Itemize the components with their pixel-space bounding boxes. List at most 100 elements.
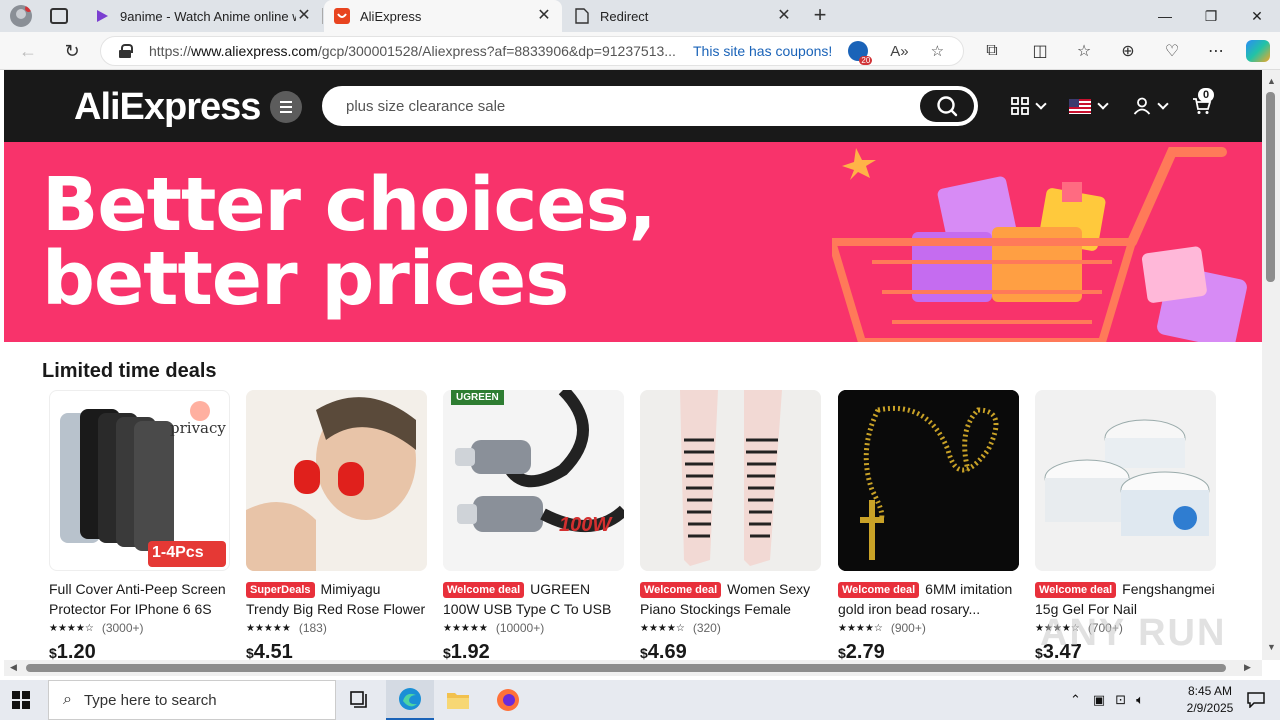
star-rating-icon: ★★★★☆ <box>49 622 94 634</box>
scroll-thumb[interactable] <box>1266 92 1275 282</box>
tab-actions-icon[interactable] <box>50 8 68 24</box>
product-price: $1.20 <box>49 641 96 660</box>
minimize-icon[interactable]: — <box>1142 0 1188 32</box>
image-overlay-text: privacy <box>170 419 226 437</box>
extensions-icon[interactable]: ⧉ <box>980 40 1004 62</box>
product-image[interactable]: UGREEN 100W <box>443 390 624 571</box>
product-card[interactable]: SuperDeals Mimiyagu Trendy Big Red Rose F… <box>246 390 427 660</box>
file-explorer-icon[interactable] <box>434 680 482 720</box>
new-tab-icon[interactable]: + <box>808 4 832 28</box>
aliexpress-logo[interactable]: AliExpress <box>74 86 261 129</box>
app-download-button[interactable] <box>1011 94 1047 118</box>
product-card[interactable]: Welcome deal Women Sexy Piano Stockings F… <box>640 390 821 660</box>
volume-icon[interactable]: 🔈︎ <box>1136 692 1144 708</box>
network-icon[interactable]: ⊡ <box>1115 692 1126 708</box>
tab-9anime[interactable]: 9anime - Watch Anime online with ✕ <box>84 0 323 32</box>
close-tab-icon[interactable]: ✕ <box>296 8 312 24</box>
aliexpress-icon <box>334 8 350 24</box>
product-image[interactable] <box>838 390 1019 571</box>
favorites-icon[interactable]: ☆ <box>1072 40 1096 62</box>
scroll-down-arrow-icon[interactable]: ▼ <box>1267 642 1276 652</box>
notifications-icon[interactable] <box>1232 680 1280 720</box>
back-icon[interactable]: ← <box>14 38 42 64</box>
profile-avatar-icon[interactable] <box>10 5 32 27</box>
restore-icon[interactable]: ❐ <box>1188 0 1234 32</box>
star-rating-icon: ★★★★★ <box>246 622 291 634</box>
9anime-play-icon <box>94 8 110 24</box>
coupon-count-badge: 20 <box>859 56 873 65</box>
deal-badge: Welcome deal <box>838 582 920 598</box>
language-currency-button[interactable] <box>1069 94 1109 118</box>
user-icon <box>1133 97 1151 115</box>
browser-tab-bar: 9anime - Watch Anime online with ✕ AliEx… <box>0 0 1280 32</box>
taskbar-search[interactable]: ⌕ Type here to search <box>48 680 336 720</box>
product-card[interactable]: UGREEN 100W Welcome deal UGREEN 100W USB … <box>443 390 624 660</box>
account-button[interactable] <box>1133 94 1169 118</box>
more-menu-icon[interactable]: ⋯ <box>1204 40 1228 62</box>
favorite-star-icon[interactable]: ☆ <box>931 42 944 60</box>
product-title[interactable]: Welcome deal Women Sexy Piano Stockings F… <box>640 579 821 619</box>
meet-now-icon[interactable]: ▣ <box>1093 692 1105 708</box>
scroll-thumb[interactable] <box>26 664 1226 672</box>
deal-badge: Welcome deal <box>1035 582 1117 598</box>
firefox-icon[interactable] <box>484 680 532 720</box>
product-image[interactable]: privacy 1-4Pcs <box>49 390 230 571</box>
product-image[interactable] <box>246 390 427 571</box>
star-rating-icon: ★★★★★ <box>443 622 488 634</box>
show-hidden-icons-icon[interactable]: ⌃ <box>1070 692 1081 708</box>
product-card[interactable]: Welcome deal 6MM imitation gold iron bead… <box>838 390 1019 660</box>
collections-icon[interactable]: ⊕ <box>1116 40 1140 62</box>
taskbar-search-placeholder: Type here to search <box>83 691 217 709</box>
scroll-left-arrow-icon[interactable]: ◀ <box>10 662 17 673</box>
coupon-text[interactable]: This site has coupons! <box>693 43 832 59</box>
product-title[interactable]: SuperDeals Mimiyagu Trendy Big Red Rose F… <box>246 579 427 619</box>
product-image[interactable] <box>640 390 821 571</box>
scroll-right-arrow-icon[interactable]: ▶ <box>1244 662 1251 673</box>
lock-icon[interactable] <box>119 44 133 58</box>
star-rating-icon: ★★★★☆ <box>640 622 685 634</box>
close-tab-icon[interactable]: ✕ <box>776 8 792 24</box>
url-text[interactable]: https://www.aliexpress.com/gcp/300001528… <box>149 43 679 59</box>
read-aloud-icon[interactable]: A» <box>890 43 908 60</box>
scroll-up-arrow-icon[interactable]: ▲ <box>1267 76 1276 86</box>
banner-headline: Better choices, better prices <box>42 162 657 322</box>
chevron-down-icon <box>1035 97 1047 110</box>
chevron-down-icon <box>1097 97 1109 110</box>
vertical-scrollbar[interactable]: ▲ ▼ <box>1262 70 1280 660</box>
tab-aliexpress[interactable]: AliExpress ✕ <box>324 0 562 32</box>
category-menu-button[interactable] <box>270 91 302 123</box>
windows-start-icon[interactable] <box>12 691 30 709</box>
product-title[interactable]: Welcome deal 6MM imitation gold iron bead… <box>838 579 1019 619</box>
product-image[interactable] <box>1035 390 1216 571</box>
close-tab-icon[interactable]: ✕ <box>536 8 552 24</box>
star-rating-icon: ★★★★☆ <box>838 622 883 634</box>
product-title[interactable]: Welcome deal UGREEN 100W USB Type C To US… <box>443 579 624 619</box>
site-header: AliExpress plus size clearance sale 0 <box>4 70 1262 142</box>
product-title[interactable]: Full Cover Anti-Peep Screen Protector Fo… <box>49 579 230 619</box>
address-bar[interactable]: https://www.aliexpress.com/gcp/300001528… <box>100 36 964 66</box>
product-card[interactable]: privacy 1-4Pcs Full Cover Anti-Peep Scre… <box>49 390 230 660</box>
coupon-icon[interactable]: 20 <box>848 41 873 65</box>
image-tag: 100W <box>559 514 612 536</box>
performance-icon[interactable]: ♡ <box>1160 40 1184 62</box>
refresh-icon[interactable]: ↻ <box>58 38 86 64</box>
product-price: $1.92 <box>443 641 490 660</box>
copilot-icon[interactable] <box>1246 40 1270 62</box>
close-window-icon[interactable]: ✕ <box>1234 0 1280 32</box>
image-tag: 1-4Pcs <box>152 544 204 561</box>
cart-count-badge: 0 <box>1198 88 1215 102</box>
search-input[interactable] <box>346 97 906 115</box>
task-view-icon[interactable] <box>336 680 384 720</box>
tab-title: Redirect <box>600 8 649 24</box>
search-box <box>322 86 978 126</box>
horizontal-scrollbar[interactable]: ◀ ▶ <box>4 660 1262 676</box>
split-screen-icon[interactable]: ◫ <box>1028 40 1052 62</box>
tab-redirect[interactable]: Redirect ✕ <box>564 0 802 32</box>
promo-banner[interactable]: Better choices, better prices <box>4 142 1262 342</box>
shopping-cart-gifts-illustration <box>832 147 1247 342</box>
address-toolbar: ← ↻ https://www.aliexpress.com/gcp/30000… <box>0 32 1280 70</box>
product-price: $2.79 <box>838 641 885 660</box>
search-button[interactable] <box>920 90 974 122</box>
edge-taskbar-icon[interactable] <box>386 680 434 720</box>
product-price: $4.51 <box>246 641 293 660</box>
